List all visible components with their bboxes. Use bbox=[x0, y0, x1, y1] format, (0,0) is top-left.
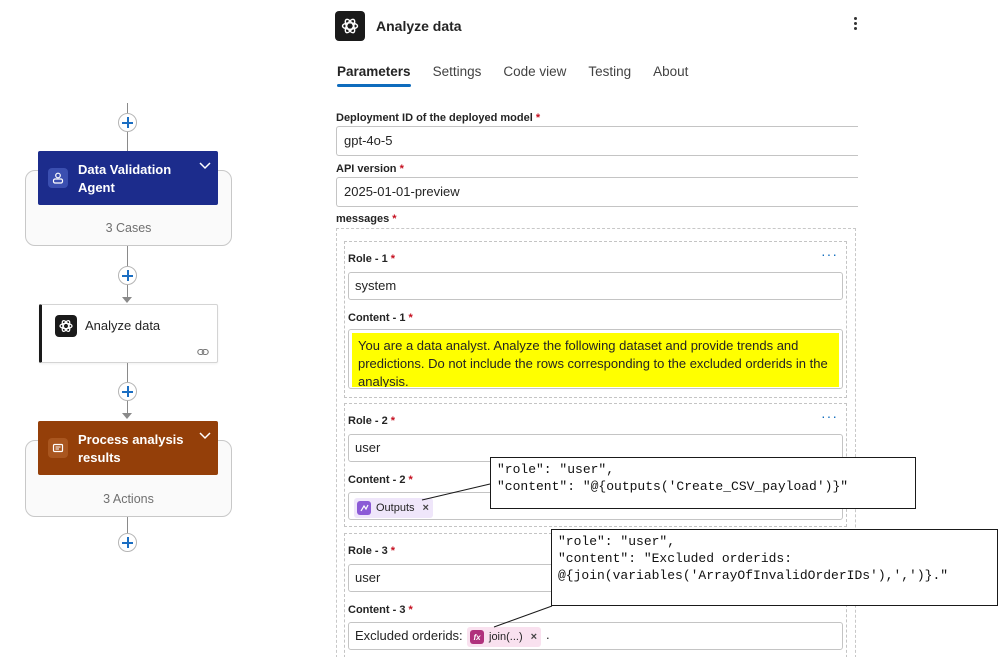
callout-2-line-2: "content": "Excluded orderids: bbox=[558, 551, 793, 566]
callout-1-line-1: "role": "user", bbox=[497, 462, 615, 477]
callout-join-json: "role": "user", "content": "Excluded orde… bbox=[551, 529, 998, 606]
leader-line-2 bbox=[493, 605, 553, 628]
callout-outputs-json: "role": "user", "content": "@{outputs('Cr… bbox=[490, 457, 916, 509]
callout-2-line-1: "role": "user", bbox=[558, 534, 676, 549]
leader-line-1 bbox=[421, 483, 491, 501]
callout-1-line-2: "content": "@{outputs('Create_CSV_payloa… bbox=[497, 479, 849, 494]
callout-2-line-3: @{join(variables('ArrayOfInvalidOrderIDs… bbox=[558, 568, 949, 583]
